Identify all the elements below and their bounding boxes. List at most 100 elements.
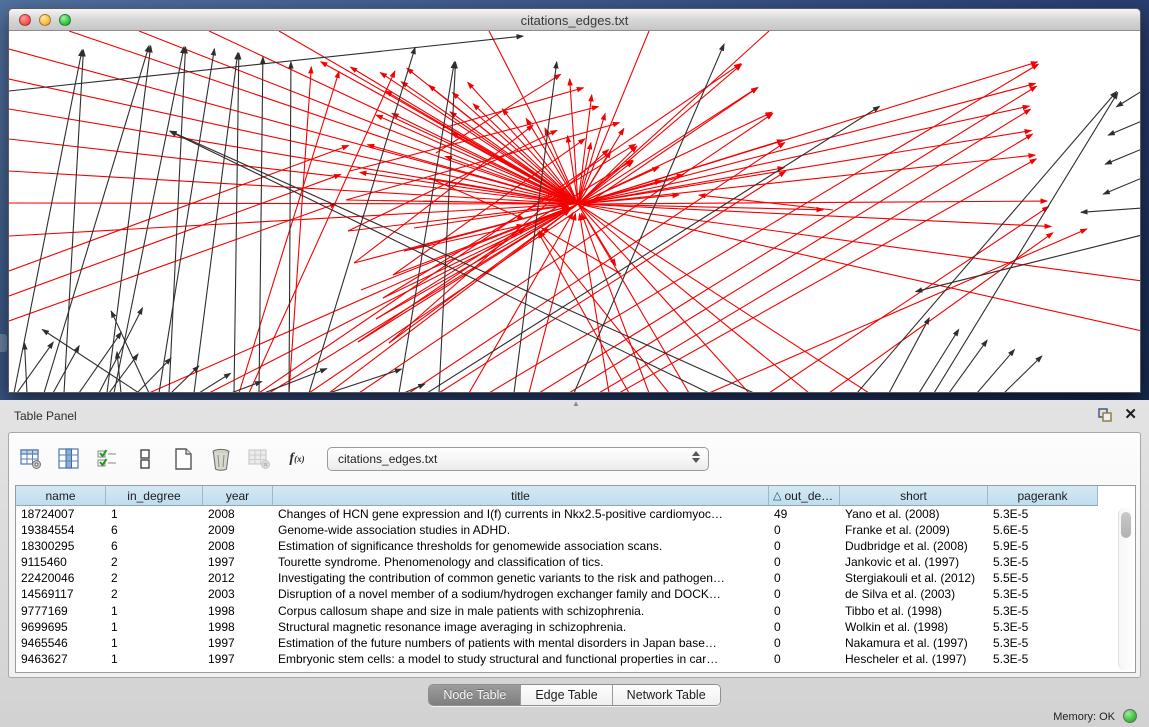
table-cell[interactable]: 19384554 bbox=[16, 522, 106, 538]
table-cell[interactable]: 2008 bbox=[203, 538, 273, 554]
network-window-titlebar[interactable]: citations_edges.txt bbox=[9, 9, 1140, 31]
table-cell[interactable]: 14569117 bbox=[16, 586, 106, 602]
table-cell[interactable]: 5.3E-5 bbox=[988, 586, 1098, 602]
table-cell[interactable]: 9463627 bbox=[16, 651, 106, 667]
trash-icon[interactable] bbox=[207, 445, 235, 473]
table-cell[interactable]: 1 bbox=[106, 603, 203, 619]
close-icon[interactable]: ✕ bbox=[1124, 407, 1137, 423]
table-cell[interactable]: 0 bbox=[769, 538, 840, 554]
table-row[interactable]: 1830029562008Estimation of significance … bbox=[16, 538, 1135, 554]
table-row[interactable]: 911546021997Tourette syndrome. Phenomeno… bbox=[16, 554, 1135, 570]
table-cell[interactable]: 5.3E-5 bbox=[988, 635, 1098, 651]
table-cell[interactable]: 0 bbox=[769, 619, 840, 635]
table-cell[interactable]: 0 bbox=[769, 635, 840, 651]
table-cell[interactable]: de Silva et al. (2003) bbox=[840, 586, 988, 602]
scrollbar-thumb[interactable] bbox=[1121, 512, 1131, 538]
table-cell[interactable]: 1997 bbox=[203, 651, 273, 667]
table-cell[interactable]: 9115460 bbox=[16, 554, 106, 570]
table-cell[interactable]: Dudbridge et al. (2008) bbox=[840, 538, 988, 554]
table-cell[interactable]: Estimation of the future numbers of pati… bbox=[273, 635, 769, 651]
table-cell[interactable]: Stergiakouli et al. (2012) bbox=[840, 570, 988, 586]
tab-node-table[interactable]: Node Table bbox=[429, 685, 521, 705]
tab-network-table[interactable]: Network Table bbox=[613, 685, 720, 705]
node-table[interactable]: namein_degreeyeartitle△out_de…shortpager… bbox=[15, 485, 1136, 673]
table-cell[interactable]: 2012 bbox=[203, 570, 273, 586]
checklist-icon[interactable] bbox=[93, 445, 121, 473]
table-cell[interactable]: Tibbo et al. (1998) bbox=[840, 603, 988, 619]
table-selector-combo[interactable]: citations_edges.txt bbox=[327, 447, 709, 471]
column-header-title[interactable]: title bbox=[273, 486, 769, 506]
table-cell[interactable]: 2 bbox=[106, 554, 203, 570]
table-cell[interactable]: 22420046 bbox=[16, 570, 106, 586]
table-row[interactable]: 1456911722003Disruption of a novel membe… bbox=[16, 586, 1135, 602]
table-cell[interactable]: Yano et al. (2008) bbox=[840, 506, 988, 522]
table-cell[interactable]: 6 bbox=[106, 522, 203, 538]
table-cell[interactable]: 5.3E-5 bbox=[988, 619, 1098, 635]
table-cell[interactable]: Nakamura et al. (1997) bbox=[840, 635, 988, 651]
table-cell[interactable]: Embryonic stem cells: a model to study s… bbox=[273, 651, 769, 667]
table-settings-icon[interactable] bbox=[17, 445, 45, 473]
tab-edge-table[interactable]: Edge Table bbox=[521, 685, 612, 705]
table-cell[interactable]: 1 bbox=[106, 635, 203, 651]
table-row[interactable]: 977716911998Corpus callosum shape and si… bbox=[16, 603, 1135, 619]
table-cell[interactable]: Corpus callosum shape and size in male p… bbox=[273, 603, 769, 619]
table-cell[interactable]: Jankovic et al. (1997) bbox=[840, 554, 988, 570]
table-cell[interactable]: 9465546 bbox=[16, 635, 106, 651]
table-cell[interactable]: Disruption of a novel member of a sodium… bbox=[273, 586, 769, 602]
column-header-name[interactable]: name bbox=[16, 486, 106, 506]
table-row[interactable]: 969969511998Structural magnetic resonanc… bbox=[16, 619, 1135, 635]
table-cell[interactable]: Structural magnetic resonance image aver… bbox=[273, 619, 769, 635]
table-cell[interactable]: 1 bbox=[106, 619, 203, 635]
table-cell[interactable]: 9777169 bbox=[16, 603, 106, 619]
column-header-year[interactable]: year bbox=[203, 486, 273, 506]
table-cell[interactable]: 5.3E-5 bbox=[988, 603, 1098, 619]
column-header-short[interactable]: short bbox=[840, 486, 988, 506]
new-document-icon[interactable] bbox=[169, 445, 197, 473]
table-row[interactable]: 2242004622012Investigating the contribut… bbox=[16, 570, 1135, 586]
table-cell[interactable]: 5.3E-5 bbox=[988, 554, 1098, 570]
column-header-out_de[interactable]: △out_de… bbox=[769, 486, 840, 506]
table-cell[interactable]: 2009 bbox=[203, 522, 273, 538]
table-cell[interactable]: 5.5E-5 bbox=[988, 570, 1098, 586]
table-cell[interactable]: Investigating the contribution of common… bbox=[273, 570, 769, 586]
table-cell[interactable]: 2008 bbox=[203, 506, 273, 522]
table-cell[interactable]: 0 bbox=[769, 651, 840, 667]
table-row[interactable]: 946554611997Estimation of the future num… bbox=[16, 635, 1135, 651]
table-cell[interactable]: 49 bbox=[769, 506, 840, 522]
table-cell[interactable]: Estimation of significance thresholds fo… bbox=[273, 538, 769, 554]
table-cell[interactable]: 0 bbox=[769, 570, 840, 586]
table-cell[interactable]: 1997 bbox=[203, 635, 273, 651]
table-row[interactable]: 946362711997Embryonic stem cells: a mode… bbox=[16, 651, 1135, 667]
table-cell[interactable]: Tourette syndrome. Phenomenology and cla… bbox=[273, 554, 769, 570]
table-cell[interactable]: 2 bbox=[106, 570, 203, 586]
table-cell[interactable]: 1998 bbox=[203, 619, 273, 635]
table-cell[interactable]: 0 bbox=[769, 586, 840, 602]
table-cell[interactable]: 0 bbox=[769, 603, 840, 619]
table-cell[interactable]: 1997 bbox=[203, 554, 273, 570]
table-cell[interactable]: Franke et al. (2009) bbox=[840, 522, 988, 538]
table-cell[interactable]: 9699695 bbox=[16, 619, 106, 635]
table-row[interactable]: 1872400712008Changes of HCN gene express… bbox=[16, 506, 1135, 522]
float-window-icon[interactable] bbox=[1098, 408, 1112, 422]
table-cell[interactable]: 5.3E-5 bbox=[988, 506, 1098, 522]
table-body[interactable]: 1872400712008Changes of HCN gene express… bbox=[16, 506, 1135, 667]
network-canvas-area[interactable] bbox=[9, 31, 1140, 392]
column-header-pagerank[interactable]: pagerank bbox=[988, 486, 1098, 506]
table-cell[interactable]: Wolkin et al. (1998) bbox=[840, 619, 988, 635]
table-cell[interactable]: 6 bbox=[106, 538, 203, 554]
rows-icon[interactable] bbox=[131, 445, 159, 473]
table-cell[interactable]: 1998 bbox=[203, 603, 273, 619]
table-cell[interactable]: 0 bbox=[769, 522, 840, 538]
function-icon[interactable]: f(x) bbox=[283, 445, 311, 473]
table-cell[interactable]: 2 bbox=[106, 586, 203, 602]
table-row[interactable]: 1938455462009Genome-wide association stu… bbox=[16, 522, 1135, 538]
network-graph[interactable] bbox=[9, 31, 1140, 392]
column-select-icon[interactable] bbox=[55, 445, 83, 473]
table-cell[interactable]: 5.3E-5 bbox=[988, 651, 1098, 667]
table-cell[interactable]: 1 bbox=[106, 506, 203, 522]
table-cell[interactable]: 18724007 bbox=[16, 506, 106, 522]
table-cell[interactable]: Changes of HCN gene expression and I(f) … bbox=[273, 506, 769, 522]
table-cell[interactable]: 5.9E-5 bbox=[988, 538, 1098, 554]
table-cell[interactable]: Genome-wide association studies in ADHD. bbox=[273, 522, 769, 538]
collapsed-panel-notch[interactable] bbox=[0, 334, 7, 352]
